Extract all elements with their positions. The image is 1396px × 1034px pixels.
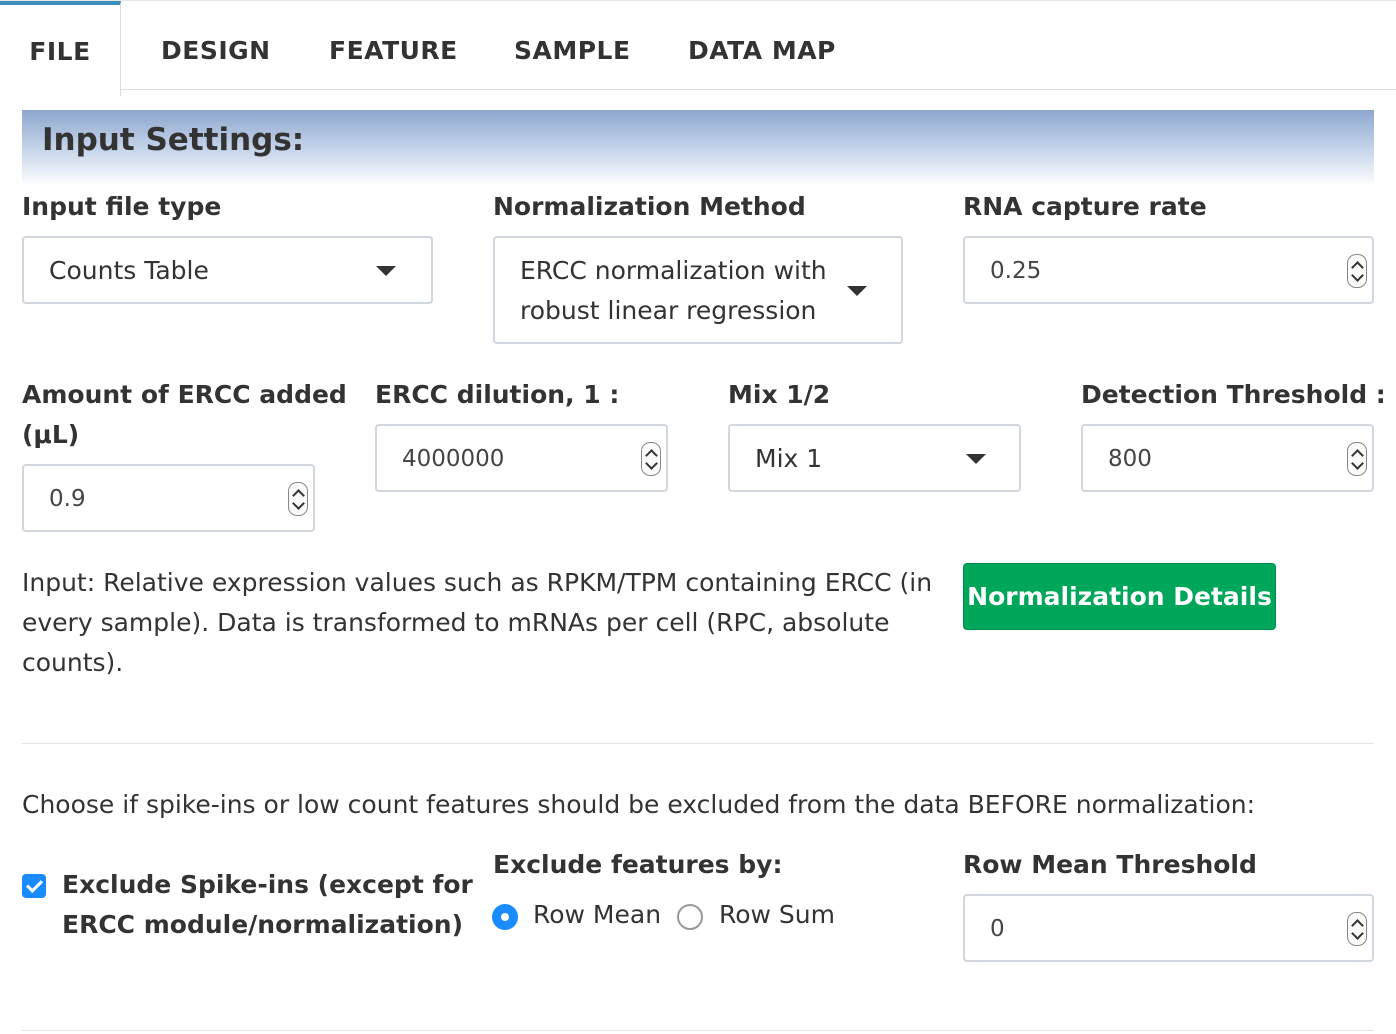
radio-row-sum[interactable] bbox=[677, 904, 703, 930]
spinner-icon[interactable] bbox=[1347, 442, 1367, 476]
spinner-icon[interactable] bbox=[1347, 254, 1367, 288]
ercc-dilution-label: ERCC dilution, 1 : bbox=[375, 380, 620, 409]
exclude-spikeins-label-line1[interactable]: Exclude Spike-ins (except for bbox=[62, 865, 473, 905]
input-file-type-value: Counts Table bbox=[49, 256, 209, 285]
filter-instruction: Choose if spike-ins or low count feature… bbox=[22, 790, 1256, 819]
spinner-icon[interactable] bbox=[641, 442, 661, 476]
divider bbox=[22, 743, 1374, 744]
radio-row-sum-label[interactable]: Row Sum bbox=[719, 900, 835, 929]
normalization-method-select[interactable]: ERCC normalization with robust linear re… bbox=[493, 236, 903, 344]
tab-data-map[interactable]: DATA MAP bbox=[688, 1, 836, 91]
mix-select[interactable]: Mix 1 bbox=[728, 424, 1021, 492]
box-title: Input Settings: bbox=[42, 122, 305, 158]
tab-design[interactable]: DESIGN bbox=[161, 1, 271, 91]
exclude-features-by-label: Exclude features by: bbox=[493, 850, 783, 879]
normalization-method-value-line1: ERCC normalization with bbox=[520, 256, 827, 285]
normalization-method-label: Normalization Method bbox=[493, 192, 806, 221]
mix-value: Mix 1 bbox=[755, 444, 823, 473]
input-file-type-select[interactable]: Counts Table bbox=[22, 236, 433, 304]
exclude-spikeins-label-line2[interactable]: ERCC module/normalization) bbox=[62, 905, 463, 945]
detection-threshold-input[interactable]: 800 bbox=[1081, 424, 1374, 492]
rna-capture-rate-label: RNA capture rate bbox=[963, 192, 1207, 221]
help-text-line2: every sample). Data is transformed to mR… bbox=[22, 608, 890, 637]
row-mean-threshold-value: 0 bbox=[990, 916, 1005, 942]
input-file-type-label: Input file type bbox=[22, 192, 222, 221]
radio-row-mean-label[interactable]: Row Mean bbox=[533, 900, 661, 929]
ercc-amount-input[interactable]: 0.9 bbox=[22, 464, 315, 532]
spinner-icon[interactable] bbox=[288, 482, 308, 516]
row-mean-threshold-label: Row Mean Threshold bbox=[963, 850, 1257, 879]
help-text-line3: counts). bbox=[22, 648, 124, 677]
tab-bar: FILE DESIGN FEATURE SAMPLE DATA MAP bbox=[0, 0, 1396, 96]
ercc-amount-value: 0.9 bbox=[49, 486, 86, 512]
exclude-spikeins-checkbox[interactable] bbox=[22, 874, 46, 898]
normalization-details-button[interactable]: Normalization Details bbox=[963, 563, 1276, 630]
caret-down-icon bbox=[376, 266, 396, 276]
row-mean-threshold-input[interactable]: 0 bbox=[963, 894, 1374, 962]
ercc-dilution-value: 4000000 bbox=[402, 446, 505, 472]
ercc-amount-label-line2: (μL) bbox=[22, 420, 80, 449]
tab-file[interactable]: FILE bbox=[0, 1, 121, 96]
tab-sample[interactable]: SAMPLE bbox=[514, 1, 631, 91]
help-text-line1: Input: Relative expression values such a… bbox=[22, 568, 933, 597]
divider bbox=[22, 1030, 1374, 1031]
tab-feature[interactable]: FEATURE bbox=[329, 1, 458, 91]
detection-threshold-value: 800 bbox=[1108, 446, 1152, 472]
rna-capture-rate-value: 0.25 bbox=[990, 258, 1042, 284]
rna-capture-rate-input[interactable]: 0.25 bbox=[963, 236, 1374, 304]
ercc-amount-label-line1: Amount of ERCC added bbox=[22, 380, 347, 409]
caret-down-icon bbox=[966, 454, 986, 464]
ercc-dilution-input[interactable]: 4000000 bbox=[375, 424, 668, 492]
mix-label: Mix 1/2 bbox=[728, 380, 831, 409]
spinner-icon[interactable] bbox=[1347, 912, 1367, 946]
radio-row-mean[interactable] bbox=[492, 904, 518, 930]
detection-threshold-label: Detection Threshold : bbox=[1081, 380, 1386, 409]
normalization-method-value-line2: robust linear regression bbox=[520, 296, 817, 325]
caret-down-icon bbox=[847, 286, 867, 296]
